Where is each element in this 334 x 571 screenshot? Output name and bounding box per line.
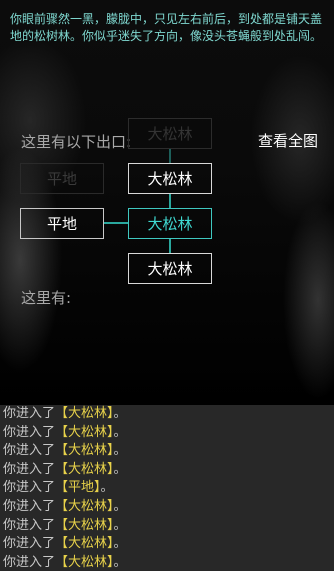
map-link-far-north [169, 149, 171, 163]
log-line-suffix: 。 [113, 443, 127, 459]
log-line: 你进入了【大松林】。 [3, 535, 127, 553]
log-line-place: 【大松林】 [55, 406, 114, 421]
log-line-place: 【大松林】 [55, 499, 114, 514]
message-log[interactable]: 你进入了【大松林】。 你进入了【大松林】。 你进入了【大松林】。 你进入了【大松林】。… [0, 405, 334, 571]
log-line-prefix: 你进入了 [3, 443, 56, 459]
exit-north-button[interactable]: 大松林 [128, 163, 212, 194]
room-scene: 你眼前骤然一黑，朦胧中，只见左右前后，到处都是铺天盖地的松树林。你似乎迷失了方向… [0, 0, 334, 405]
log-line-suffix: 。 [113, 536, 127, 552]
log-line-place: 【大松林】 [55, 517, 114, 533]
view-full-map-button[interactable]: 查看全图 [258, 130, 318, 151]
exit-west-button[interactable]: 平地 [20, 208, 104, 239]
log-line: 你进入了【大松林】。 [3, 554, 127, 571]
log-line-suffix: 。 [113, 424, 127, 440]
log-line-prefix: 你进入了 [3, 461, 56, 477]
log-line-place: 【大松林】 [55, 424, 114, 440]
map-link-south [169, 239, 171, 253]
log-line: 你进入了【大松林】。 [3, 517, 127, 535]
log-line: 你进入了【大松林】。 [3, 498, 127, 516]
log-line-place: 【大松林】 [55, 461, 114, 477]
log-line-suffix: 。 [113, 406, 127, 421]
map-link-west [104, 222, 128, 224]
log-line-suffix: 。 [113, 499, 127, 514]
log-line-prefix: 你进入了 [3, 517, 56, 533]
log-line-prefix: 你进入了 [3, 499, 56, 514]
log-line: 你进入了【平地】。 [3, 479, 114, 497]
log-line-prefix: 你进入了 [3, 406, 56, 421]
log-line-prefix: 你进入了 [3, 480, 56, 496]
current-room: 大松林 [128, 208, 212, 239]
log-line-suffix: 。 [113, 517, 127, 533]
log-line-suffix: 。 [113, 461, 127, 477]
log-line: 你进入了【大松林】。 [3, 405, 127, 423]
log-line-place: 【平地】 [55, 480, 101, 496]
map-room-far-west: 平地 [20, 163, 104, 194]
log-line-suffix: 。 [113, 554, 127, 570]
log-line-prefix: 你进入了 [3, 424, 56, 440]
log-line-place: 【大松林】 [55, 554, 114, 570]
log-line-suffix: 。 [100, 480, 114, 496]
exit-south-button[interactable]: 大松林 [128, 253, 212, 284]
log-line-prefix: 你进入了 [3, 536, 56, 552]
room-contents-heading: 这里有: [21, 289, 72, 307]
log-line: 你进入了【大松林】。 [3, 461, 127, 479]
log-line-prefix: 你进入了 [3, 554, 56, 570]
map-room-far-north: 大松林 [128, 118, 212, 149]
log-line-place: 【大松林】 [55, 536, 114, 552]
log-line: 你进入了【大松林】。 [3, 424, 127, 442]
log-line-place: 【大松林】 [55, 443, 114, 459]
exits-heading: 这里有以下出口: [21, 133, 132, 151]
map-link-north [169, 194, 171, 208]
log-line: 你进入了【大松林】。 [3, 442, 127, 460]
room-description: 你眼前骤然一黑，朦胧中，只见左右前后，到处都是铺天盖地的松树林。你似乎迷失了方向… [10, 12, 323, 43]
